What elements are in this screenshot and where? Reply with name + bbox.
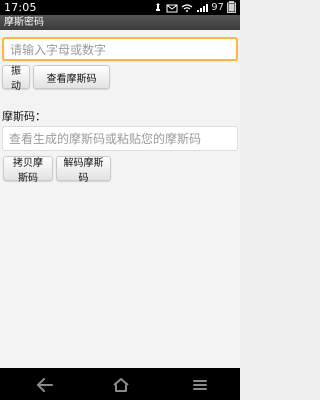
menu-icon[interactable] xyxy=(192,377,208,396)
view-morse-button[interactable]: 查看摩斯码 xyxy=(33,65,110,89)
status-icons: 97 xyxy=(153,1,236,14)
text-input-placeholder: 请输入字母或数字 xyxy=(10,42,107,57)
back-icon[interactable] xyxy=(36,377,54,396)
vibrate-button[interactable]: 振动 xyxy=(2,65,30,92)
home-icon[interactable] xyxy=(112,377,130,396)
battery-percent: 97 xyxy=(211,1,224,13)
text-input[interactable]: 请输入字母或数字 xyxy=(2,37,238,61)
main-content: 请输入字母或数字 振动 查看摩斯码 摩斯码： 查看生成的摩斯码或粘贴您的摩斯码 … xyxy=(0,30,240,368)
morse-output-field[interactable]: 查看生成的摩斯码或粘贴您的摩斯码 xyxy=(2,126,238,151)
copy-morse-button[interactable]: 拷贝摩斯码 xyxy=(3,156,53,184)
morse-label: 摩斯码： xyxy=(2,110,46,123)
title-bar: 摩斯密码 xyxy=(0,15,240,30)
page-title: 摩斯密码 xyxy=(4,17,44,28)
status-bar: 17:05 97 xyxy=(0,0,240,15)
decode-morse-button[interactable]: 解码摩斯码 xyxy=(56,156,111,184)
status-time: 17:05 xyxy=(4,1,37,14)
morse-output-placeholder: 查看生成的摩斯码或粘贴您的摩斯码 xyxy=(9,132,202,146)
navigation-bar xyxy=(0,368,240,400)
